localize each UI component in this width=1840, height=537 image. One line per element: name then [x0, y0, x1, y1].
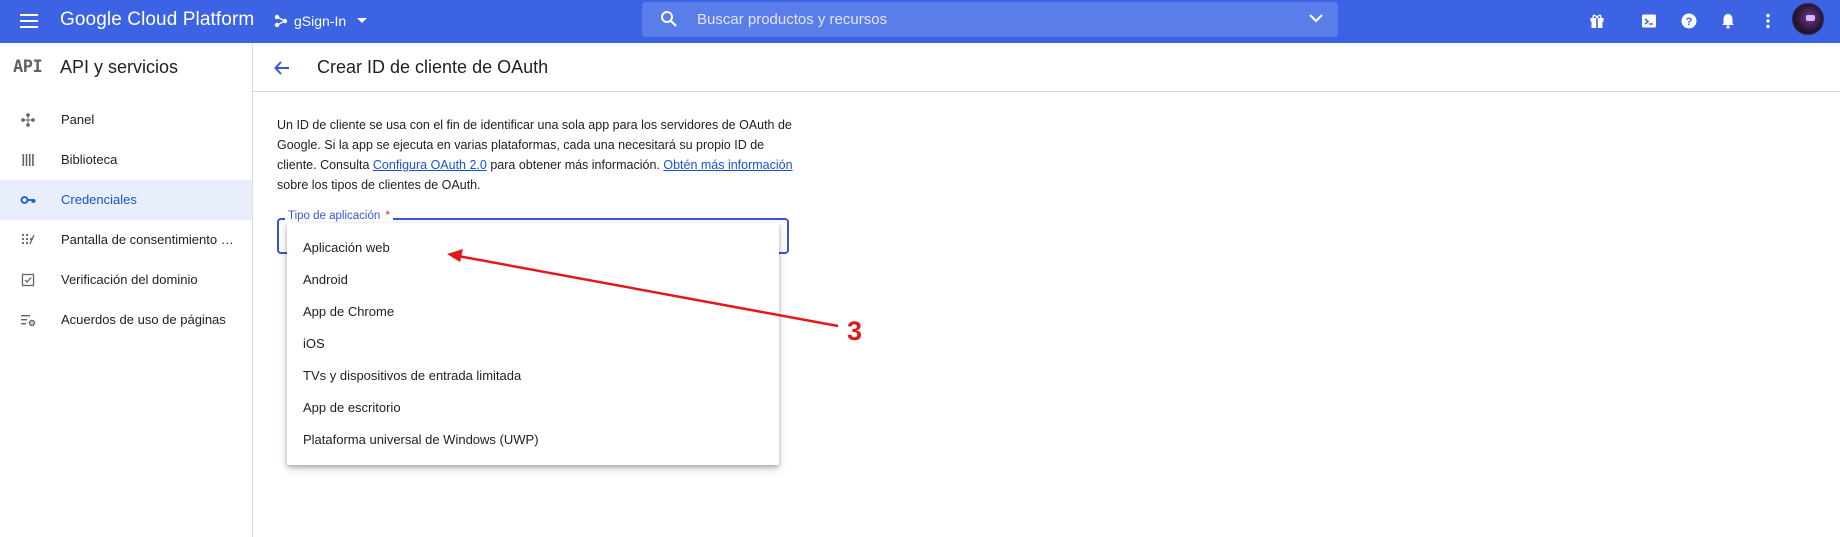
- page-title: Crear ID de cliente de OAuth: [317, 57, 549, 77]
- key-icon: [20, 192, 36, 208]
- top-app-bar: Google Cloud Platform gSign-In ?: [0, 0, 1840, 43]
- sidebar-item-acuerdos-uso[interactable]: Acuerdos de uso de páginas: [0, 300, 252, 340]
- dashboard-icon: [20, 112, 36, 128]
- more-vert-icon[interactable]: [1757, 10, 1779, 32]
- svg-text:?: ?: [1686, 16, 1693, 28]
- description-text: Un ID de cliente se usa con el fin de id…: [277, 118, 793, 192]
- option-ios[interactable]: iOS: [287, 328, 779, 360]
- sidebar-item-label: Pantalla de consentimiento de OAuth: [61, 232, 237, 247]
- app-type-label: Tipo de aplicación *: [285, 210, 393, 222]
- chevron-down-icon: [357, 18, 368, 23]
- brand-name[interactable]: Google Cloud Platform: [60, 9, 254, 31]
- project-icon: [274, 14, 288, 28]
- sidebar: API API y servicios Panel Biblioteca Cre…: [0, 43, 253, 537]
- project-selector[interactable]: gSign-In: [274, 9, 374, 33]
- library-icon: [20, 152, 36, 168]
- consent-icon: [20, 232, 36, 248]
- option-app-escritorio[interactable]: App de escritorio: [287, 392, 779, 424]
- configura-oauth-link[interactable]: Configura OAuth 2.0: [373, 158, 487, 172]
- sidebar-item-label: Acuerdos de uso de páginas: [61, 312, 226, 327]
- help-icon[interactable]: ?: [1678, 10, 1700, 32]
- annotation-number: 3: [847, 316, 863, 346]
- app-type-dropdown: Aplicación web Android App de Chrome iOS…: [287, 223, 779, 465]
- terminal-icon[interactable]: [1638, 10, 1660, 32]
- bell-icon[interactable]: [1717, 10, 1739, 32]
- sidebar-item-pantalla-consentimiento[interactable]: Pantalla de consentimiento de OAuth: [0, 220, 252, 260]
- option-aplicacion-web[interactable]: Aplicación web: [287, 232, 779, 264]
- back-arrow-icon[interactable]: [272, 58, 292, 78]
- sidebar-title: API y servicios: [60, 57, 179, 77]
- obten-mas-informacion-link[interactable]: Obtén más información: [663, 158, 792, 172]
- sidebar-item-label: Biblioteca: [61, 152, 118, 167]
- search-input[interactable]: [697, 8, 1277, 30]
- sidebar-item-label: Verificación del dominio: [61, 272, 198, 287]
- settings-list-icon: [20, 312, 36, 328]
- option-android[interactable]: Android: [287, 264, 779, 296]
- sidebar-item-biblioteca[interactable]: Biblioteca: [0, 140, 252, 180]
- check-box-icon: [20, 272, 36, 288]
- required-marker: *: [385, 210, 390, 222]
- sidebar-item-panel[interactable]: Panel: [0, 100, 252, 140]
- sidebar-item-credenciales[interactable]: Credenciales: [0, 180, 252, 220]
- option-tvs-dispositivos[interactable]: TVs y dispositivos de entrada limitada: [287, 360, 779, 392]
- option-uwp[interactable]: Plataforma universal de Windows (UWP): [287, 424, 779, 456]
- page-header: Crear ID de cliente de OAuth: [253, 43, 1840, 92]
- sidebar-header: API API y servicios: [0, 43, 252, 91]
- project-name: gSign-In: [294, 13, 347, 29]
- option-app-chrome[interactable]: App de Chrome: [287, 296, 779, 328]
- sidebar-item-label: Panel: [61, 112, 95, 127]
- menu-icon[interactable]: [17, 10, 41, 32]
- avatar[interactable]: [1792, 3, 1824, 35]
- gift-icon[interactable]: [1586, 10, 1608, 32]
- search-bar[interactable]: [642, 2, 1338, 37]
- search-icon: [661, 11, 677, 27]
- sidebar-item-label: Credenciales: [61, 192, 137, 207]
- sidebar-item-verificacion-dominio[interactable]: Verificación del dominio: [0, 260, 252, 300]
- chevron-down-icon[interactable]: [1308, 12, 1324, 24]
- api-logo: API: [13, 57, 43, 77]
